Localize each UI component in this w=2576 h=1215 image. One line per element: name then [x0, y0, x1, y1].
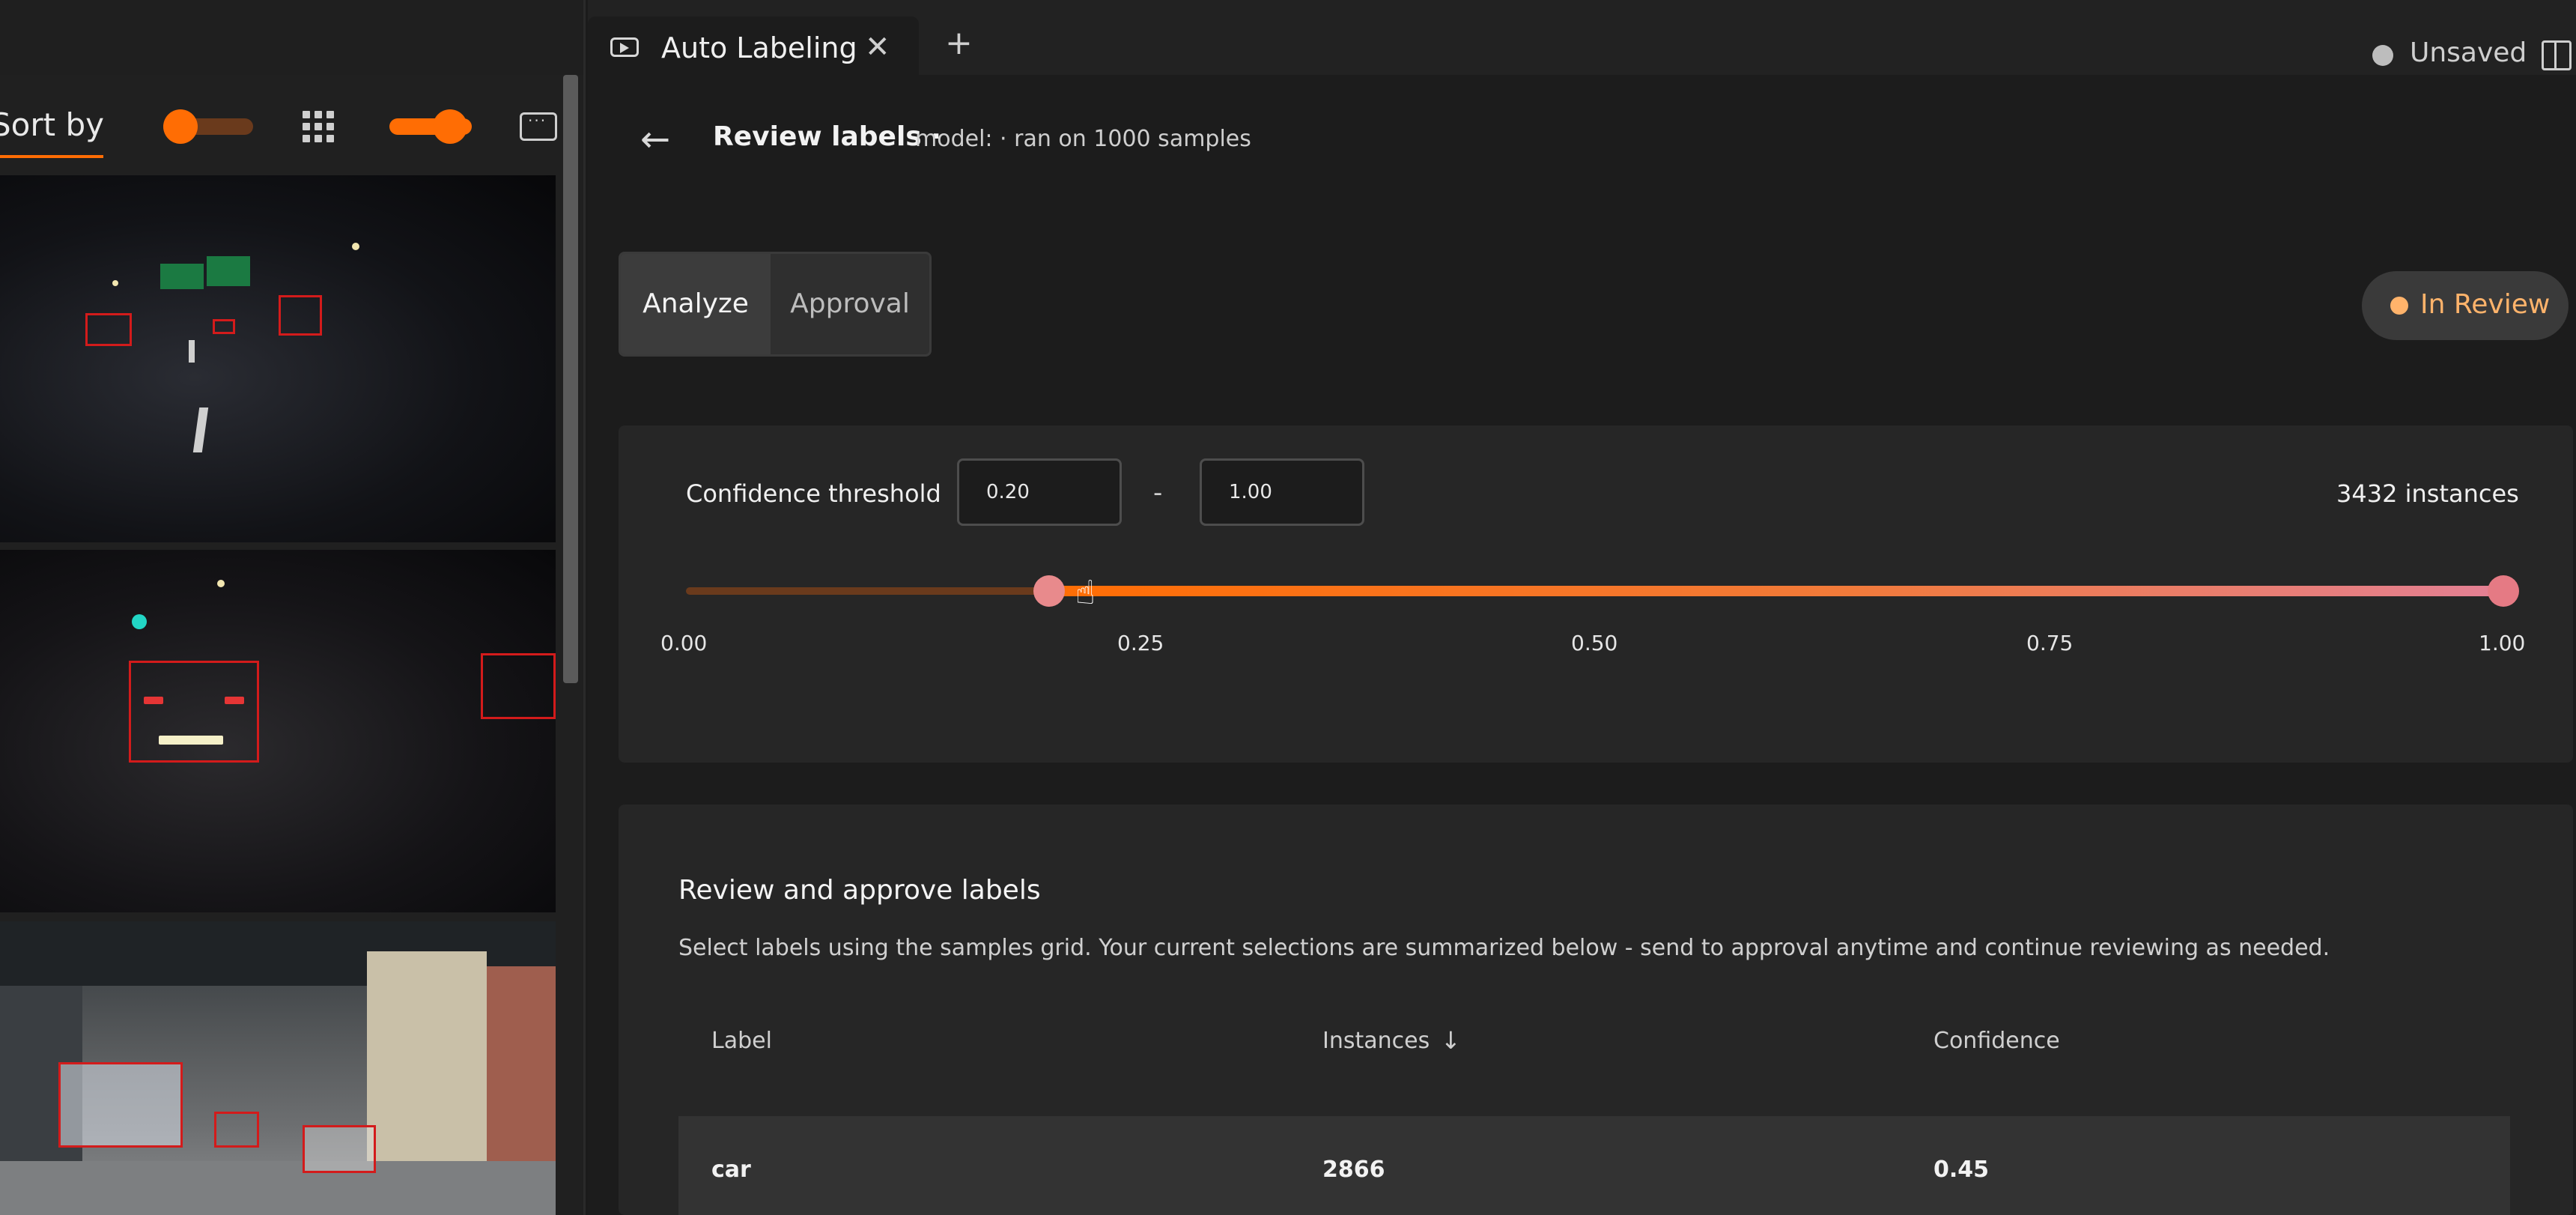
- bounding-box: [279, 295, 322, 336]
- bounding-box: [303, 1125, 376, 1173]
- slider-tick-label: 0.25: [1117, 631, 1164, 655]
- tab-analyze[interactable]: Analyze: [621, 254, 771, 354]
- slider-tick-label: 0.50: [1571, 631, 1618, 655]
- samples-panel-top-bar: [0, 0, 583, 75]
- column-header-label[interactable]: Label: [711, 1028, 772, 1054]
- street-light: [112, 280, 118, 286]
- layout-icon[interactable]: [2542, 40, 2572, 70]
- slider-track-inactive[interactable]: [686, 587, 1048, 595]
- back-arrow-icon[interactable]: ←: [640, 118, 670, 160]
- road-marking: [189, 340, 195, 363]
- building: [487, 966, 556, 1176]
- status-badge-label: In Review: [2420, 289, 2551, 320]
- slider-tick-label: 0.75: [2026, 631, 2074, 655]
- unsaved-status-label: Unsaved: [2410, 37, 2527, 68]
- page-title: Review labels ·: [713, 121, 941, 152]
- bounding-box: [85, 313, 132, 346]
- building: [367, 951, 487, 1176]
- tab-auto-labeling[interactable]: Auto Labeling ✕: [588, 16, 919, 75]
- slider-tick-label: 1.00: [2479, 631, 2526, 655]
- tab-approval[interactable]: Approval: [771, 254, 929, 354]
- slider-track-active[interactable]: [1048, 586, 2504, 596]
- bounding-box: [214, 1112, 259, 1148]
- sample-thumbnail[interactable]: [0, 921, 556, 1215]
- add-tab-icon[interactable]: +: [945, 27, 973, 60]
- road-sign: [207, 256, 250, 286]
- sort-by-button[interactable]: Sort by: [0, 106, 104, 143]
- road-marking: [192, 407, 209, 452]
- toggle-switch-off[interactable]: [163, 109, 253, 144]
- view-segmented-control: Analyze Approval: [619, 252, 932, 357]
- min-confidence-input[interactable]: [957, 458, 1122, 526]
- review-description: Select labels using the samples grid. Yo…: [678, 935, 2330, 961]
- toggle-switch-on[interactable]: [389, 109, 472, 144]
- tail-light: [225, 697, 244, 704]
- unsaved-status-dot: [2372, 45, 2393, 66]
- max-confidence-input[interactable]: [1200, 458, 1364, 526]
- range-separator: -: [1153, 478, 1163, 508]
- bounding-box: [481, 653, 556, 719]
- slider-max-handle[interactable]: [2488, 575, 2519, 607]
- bounding-box: [213, 319, 235, 334]
- road-sign: [160, 264, 204, 289]
- row-confidence: 0.45: [1933, 1157, 1990, 1183]
- confidence-threshold-label: Confidence threshold: [686, 479, 941, 508]
- sort-desc-icon[interactable]: ↓: [1441, 1026, 1461, 1055]
- cursor-hand-icon: ☝: [1075, 574, 1096, 612]
- sample-thumbnail[interactable]: [0, 175, 556, 542]
- status-dot: [2390, 297, 2408, 315]
- traffic-light: [132, 614, 147, 629]
- auto-labeling-icon: [610, 37, 639, 57]
- tail-light: [144, 697, 163, 704]
- sort-by-underline: [0, 155, 103, 158]
- slider-tick-label: 0.00: [660, 631, 708, 655]
- street-light: [217, 580, 225, 587]
- column-header-confidence[interactable]: Confidence: [1933, 1028, 2060, 1054]
- keyboard-icon[interactable]: [520, 112, 557, 141]
- bounding-box: [129, 661, 259, 763]
- street-light: [352, 243, 359, 250]
- toggle-knob: [433, 109, 467, 144]
- page-subtitle: model: · ran on 1000 samples: [915, 126, 1251, 152]
- bounding-box: [58, 1062, 183, 1148]
- row-instances: 2866: [1322, 1157, 1385, 1183]
- column-header-instances[interactable]: Instances: [1322, 1028, 1430, 1054]
- row-label: car: [711, 1157, 751, 1183]
- slider-min-handle[interactable]: [1033, 575, 1065, 607]
- instances-count: 3432 instances: [2336, 479, 2519, 508]
- grid-icon[interactable]: [303, 111, 334, 142]
- sample-thumbnail[interactable]: [0, 550, 556, 912]
- status-badge: In Review: [2362, 271, 2569, 340]
- tab-label: Auto Labeling: [661, 31, 857, 64]
- samples-scrollbar[interactable]: [563, 75, 578, 683]
- toggle-knob: [163, 109, 198, 144]
- table-row[interactable]: [678, 1116, 2510, 1215]
- close-icon[interactable]: ✕: [865, 30, 890, 64]
- app-root: Sort by ··· Auto Labeling ✕ + Unsaved ← …: [0, 0, 2576, 1215]
- license-plate: [159, 736, 223, 745]
- road: [0, 1161, 556, 1215]
- review-title: Review and approve labels: [678, 875, 1041, 906]
